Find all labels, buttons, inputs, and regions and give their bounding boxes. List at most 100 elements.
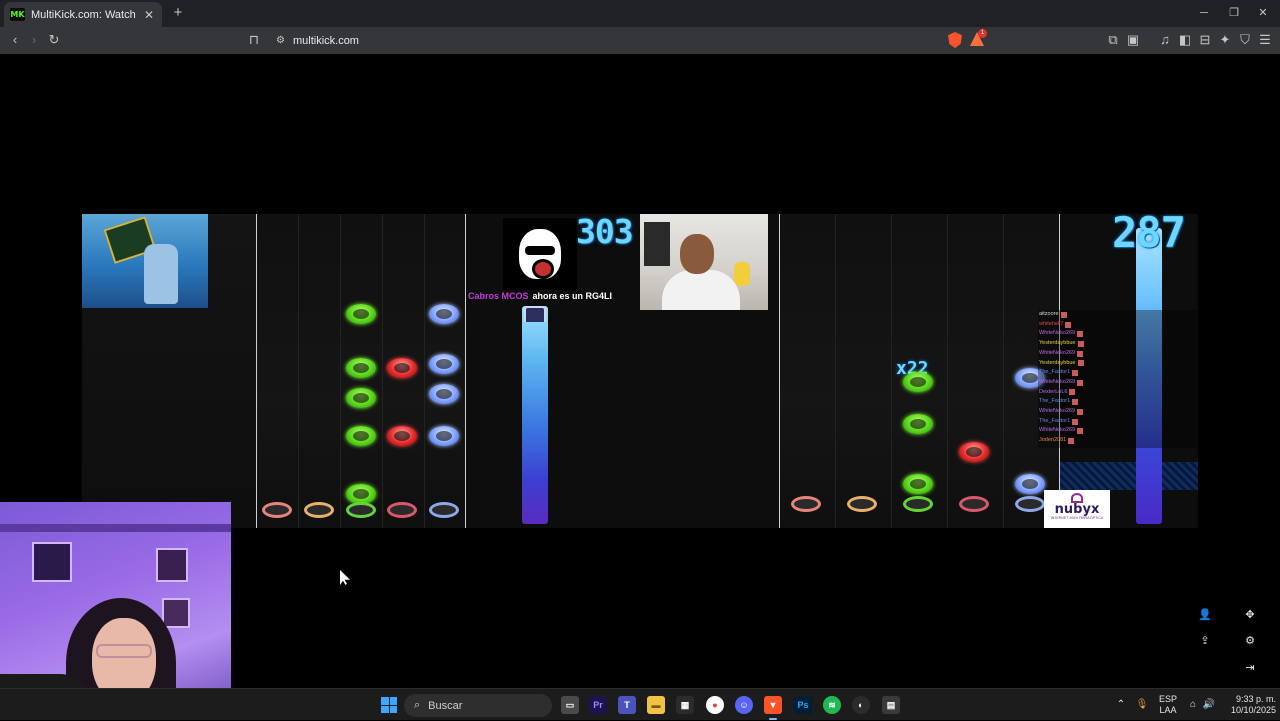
tab-close-icon[interactable]: ✕ <box>142 8 156 22</box>
forward-icon[interactable]: › <box>25 31 43 49</box>
chat-username: aitzoore <box>1039 311 1059 317</box>
media-icon[interactable]: ♫ <box>1156 31 1174 49</box>
teams-icon[interactable]: T <box>618 696 636 714</box>
notice-message: ahora es un RG4LI <box>532 291 613 301</box>
chat-line: whitehell7 <box>1039 320 1198 330</box>
lane-line <box>947 214 948 528</box>
microphone-tray-icon[interactable]: 🎙 <box>1135 698 1149 712</box>
skull-icon <box>519 229 561 279</box>
brave-shields-icon[interactable] <box>948 32 962 48</box>
volume-icon[interactable]: 🔊 <box>1202 698 1216 712</box>
menu-icon[interactable]: ☰ <box>1256 31 1274 49</box>
rewards-badge: 1 <box>978 29 987 38</box>
event-notice: Cabros MCOS ahora es un RG4LI <box>468 291 612 301</box>
microsoft-store-icon[interactable]: ▦ <box>676 696 694 714</box>
lane-line <box>1003 214 1004 528</box>
chat-username: The_Fastor1 <box>1039 369 1071 376</box>
obs-icon[interactable]: ◐ <box>852 696 870 714</box>
emote-icon <box>1068 437 1075 444</box>
highway-divider <box>256 214 257 528</box>
streamer-hoodie <box>662 270 740 310</box>
red-note <box>387 358 417 378</box>
maximize-icon[interactable]: ❐ <box>1224 4 1244 22</box>
chat-username: WhiteNeko269 <box>1039 427 1076 434</box>
picture-frame <box>162 598 190 628</box>
window-close-icon[interactable]: ✕ <box>1253 4 1273 22</box>
emote-icon <box>1069 389 1076 396</box>
emote-icon <box>1077 331 1084 338</box>
vpn-icon[interactable]: ⛉ <box>1236 31 1254 49</box>
new-tab-icon[interactable]: + <box>170 4 186 22</box>
fret-target-blue <box>429 502 459 518</box>
fret-target-red <box>262 502 292 518</box>
tray-chevron-icon[interactable]: ⌃ <box>1114 698 1128 712</box>
emote-icon <box>1065 321 1072 328</box>
reload-icon[interactable]: ↻ <box>45 31 63 49</box>
brave-icon[interactable]: ▼ <box>764 696 782 714</box>
fret-target-pink <box>387 502 417 518</box>
chat-line: WhiteNeko269 <box>1039 329 1198 339</box>
back-icon[interactable]: ‹ <box>6 31 24 49</box>
fret-target-green <box>903 496 933 512</box>
search-icon: ⌕ <box>414 699 421 711</box>
move-icon[interactable]: ✥ <box>1242 607 1258 623</box>
streamer-head <box>680 234 714 274</box>
lane-line <box>298 214 299 528</box>
sidebar-icon[interactable]: ◧ <box>1176 31 1194 49</box>
chat-line: The_Fastor1 <box>1039 417 1198 427</box>
chat-line: Yesterdaybbue <box>1039 339 1198 349</box>
notice-user: Cabros MCOS <box>468 291 529 301</box>
green-note <box>346 358 376 378</box>
file-explorer-icon[interactable]: ▬ <box>647 696 665 714</box>
start-button-icon[interactable] <box>381 697 397 713</box>
chrome-icon[interactable]: ● <box>706 696 724 714</box>
sponsor-brand: nubyx <box>1054 502 1100 517</box>
extensions-icon[interactable]: ⧉ <box>1104 31 1122 49</box>
language-indicator[interactable]: ESP LAA <box>1155 689 1181 721</box>
clock[interactable]: 9:33 p. m. 10/10/2025 <box>1224 689 1280 721</box>
wallet-icon[interactable]: ▣ <box>1124 31 1142 49</box>
taskbar-search[interactable]: ⌕ Buscar <box>404 694 552 717</box>
share-icon[interactable]: ⇪ <box>1197 633 1213 649</box>
chat-username: Yesterdaybbue <box>1039 359 1076 366</box>
site-info-icon[interactable]: ⚙ <box>276 35 285 46</box>
task-view-icon[interactable]: ▭ <box>561 696 579 714</box>
game-app-icon[interactable]: ▤ <box>882 696 900 714</box>
address-bar[interactable]: ⚙ multikick.com <box>270 30 940 51</box>
chat-username: whitehell7 <box>1039 320 1064 327</box>
leo-ai-icon[interactable]: ✦ <box>1216 31 1234 49</box>
chat-line: The_Fastor1 <box>1039 368 1198 378</box>
chat-line: WhiteNeko269 <box>1039 407 1198 417</box>
spotify-icon[interactable]: ≋ <box>823 696 841 714</box>
chat-username: The_Fastor1 <box>1039 417 1071 424</box>
picture-frame <box>156 548 188 582</box>
premiere-pro-icon[interactable]: Pr <box>589 696 607 714</box>
chat-username: WhiteNeko269 <box>1039 408 1076 415</box>
score-left: 303 <box>576 214 634 251</box>
photoshop-icon[interactable]: Ps <box>794 696 812 714</box>
clock-time: 9:33 p. m. <box>1235 694 1276 704</box>
emote-icon <box>1077 340 1084 347</box>
fret-target-orange <box>304 502 334 518</box>
network-icon[interactable]: ⌂ <box>1186 698 1200 712</box>
clock-date: 10/10/2025 <box>1230 705 1276 715</box>
minimize-icon[interactable]: ─ <box>1194 4 1214 22</box>
crypto-wallet-icon[interactable]: ⊟ <box>1196 31 1214 49</box>
multikick-favicon-icon: MK <box>10 8 25 21</box>
lane-line <box>340 214 341 528</box>
discord-icon[interactable]: ☺ <box>735 696 753 714</box>
chat-username: WhiteNeko269 <box>1039 349 1076 356</box>
emote-icon <box>1077 350 1084 357</box>
sponsor-logo: nubyx INTERNET 100% FIBRA ÓPTICA <box>1044 490 1110 528</box>
highway-divider <box>779 214 780 528</box>
settings-icon[interactable]: ⚙ <box>1242 633 1258 649</box>
bookmark-icon[interactable]: ⊓ <box>245 31 263 49</box>
lane-line <box>835 214 836 528</box>
emote-icon <box>1072 370 1079 377</box>
sign-in-icon[interactable]: ⇥ <box>1242 660 1258 676</box>
browser-tab[interactable]: MK MultiKick.com: Watch Multipl ✕ <box>4 2 162 27</box>
score-right: 287 <box>1112 214 1186 257</box>
blue-note <box>429 354 459 374</box>
pixel-art-band <box>1060 462 1198 490</box>
add-stream-icon[interactable]: 👤 <box>1197 607 1213 623</box>
